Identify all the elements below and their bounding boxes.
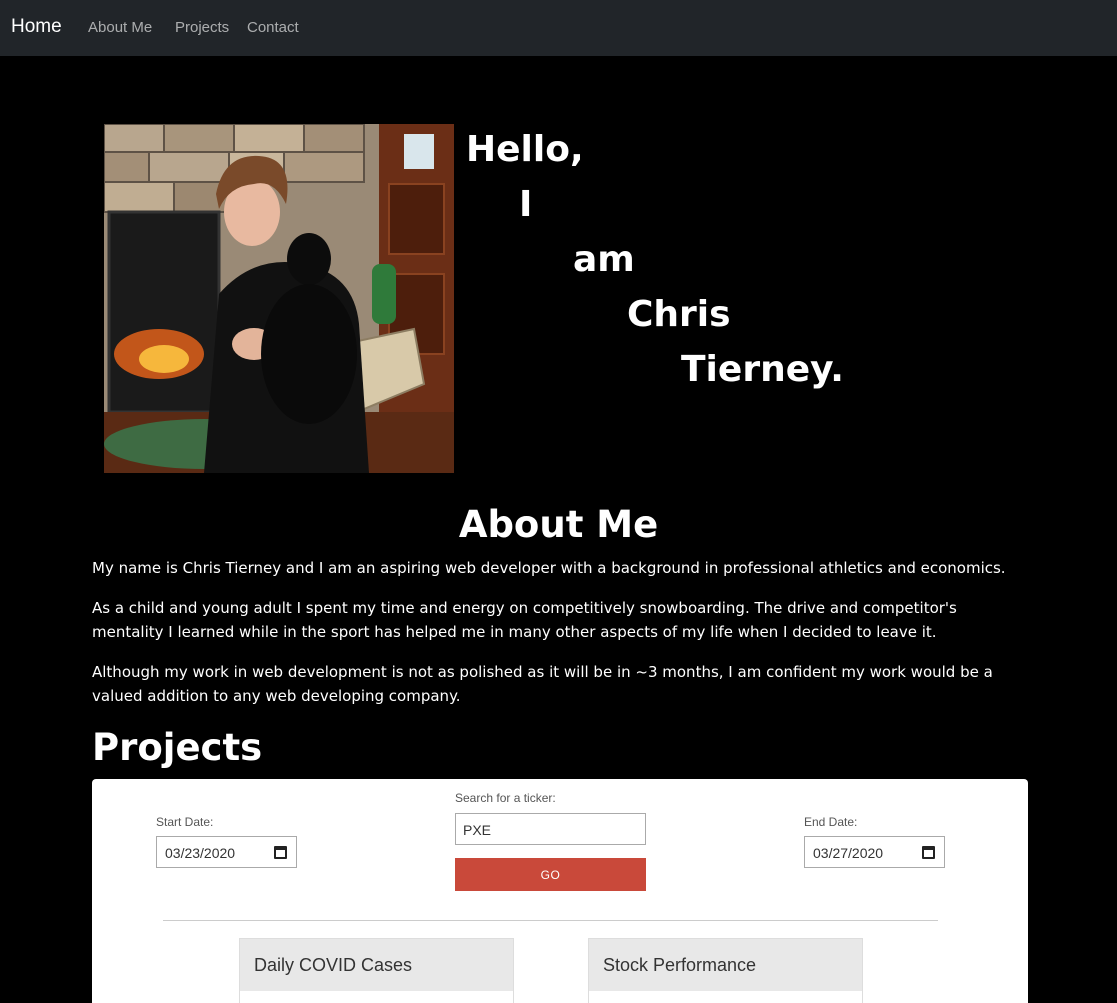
calendar-icon[interactable] — [274, 846, 287, 859]
end-date-value: 03/27/2020 — [813, 845, 884, 861]
projects-heading: Projects — [92, 726, 263, 769]
navbar: Home About Me Projects Contact — [0, 0, 1117, 56]
covid-cases-panel: Daily COVID Cases — [239, 938, 514, 1003]
hero-word-i: I — [519, 184, 533, 225]
about-paragraph-1: My name is Chris Tierney and I am an asp… — [92, 559, 1006, 577]
start-date-label: Start Date: — [156, 815, 214, 829]
ticker-search-input[interactable]: PXE — [455, 813, 646, 845]
nav-link-about-me[interactable]: About Me — [88, 19, 152, 36]
nav-link-projects[interactable]: Projects — [175, 19, 229, 36]
stock-performance-panel: Stock Performance — [588, 938, 863, 1003]
about-paragraph-2: As a child and young adult I spent my ti… — [92, 599, 957, 641]
nav-home-link[interactable]: Home — [11, 16, 62, 38]
go-button[interactable]: GO — [455, 858, 646, 891]
hero-word-tierney: Tierney. — [681, 349, 844, 390]
end-date-input[interactable]: 03/27/2020 — [804, 836, 945, 868]
covid-cases-panel-title: Daily COVID Cases — [240, 939, 513, 991]
start-date-input[interactable]: 03/23/2020 — [156, 836, 297, 868]
end-date-label: End Date: — [804, 815, 858, 829]
about-me-heading: About Me — [458, 503, 659, 546]
ticker-search-label: Search for a ticker: — [455, 791, 556, 805]
hero-word-am: am — [573, 239, 635, 280]
about-paragraph-3: Although my work in web development is n… — [92, 663, 993, 705]
hero-word-hello: Hello, — [466, 129, 584, 170]
start-date-value: 03/23/2020 — [165, 845, 236, 861]
profile-photo — [104, 124, 454, 473]
stock-project-card: Start Date: 03/23/2020 Search for a tick… — [92, 779, 1028, 1003]
calendar-icon[interactable] — [922, 846, 935, 859]
nav-link-contact[interactable]: Contact — [247, 19, 299, 36]
hero-word-chris: Chris — [627, 294, 731, 335]
divider — [163, 920, 938, 921]
stock-performance-panel-title: Stock Performance — [589, 939, 862, 991]
